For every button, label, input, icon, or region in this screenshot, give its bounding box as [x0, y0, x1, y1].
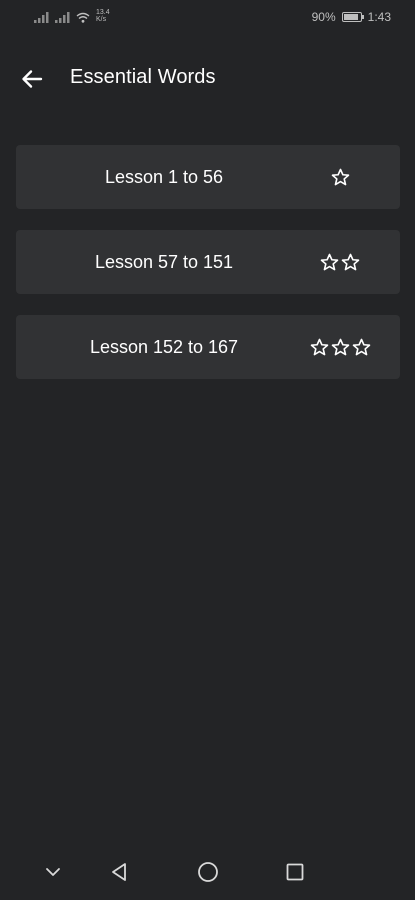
- page-title: Essential Words: [70, 66, 216, 88]
- system-back-button[interactable]: [103, 856, 135, 888]
- net-speed: 13.4 K/s: [96, 9, 110, 23]
- lesson-card[interactable]: Lesson 1 to 56: [16, 145, 400, 209]
- app-bar: Essential Words: [0, 55, 415, 101]
- lesson-card[interactable]: Lesson 57 to 151: [16, 230, 400, 294]
- arrow-left-icon: [22, 70, 43, 88]
- collapse-nav-button[interactable]: [37, 856, 69, 888]
- star-icon: [320, 253, 339, 270]
- wifi-icon: [76, 12, 90, 23]
- signal-icon: [55, 12, 70, 23]
- chevron-down-icon: [46, 868, 60, 876]
- net-speed-unit: K/s: [96, 16, 107, 23]
- back-button[interactable]: [14, 61, 50, 97]
- status-left: 13.4 K/s: [34, 9, 110, 23]
- battery-fill: [343, 14, 359, 20]
- home-circle-icon: [198, 862, 218, 882]
- system-recents-button[interactable]: [279, 856, 311, 888]
- star-rating: [300, 230, 380, 294]
- lesson-label: Lesson 57 to 151: [94, 251, 234, 272]
- lesson-label: Lesson 1 to 56: [104, 166, 224, 187]
- status-bar: 13.4 K/s 90% 1:43: [0, 0, 415, 34]
- net-speed-value: 13.4: [96, 9, 110, 16]
- lesson-card[interactable]: Lesson 152 to 167: [16, 315, 400, 379]
- star-icon: [352, 338, 370, 355]
- star-icon: [331, 338, 349, 355]
- star-icon: [331, 168, 349, 185]
- star-icon: [310, 338, 328, 355]
- star-rating: [300, 315, 380, 379]
- star-rating: [300, 145, 380, 209]
- lesson-label: Lesson 152 to 167: [89, 336, 239, 357]
- star-icon: [341, 253, 360, 270]
- lesson-list: Lesson 1 to 56 Lesson 57 to 151 Lesson 1…: [16, 145, 400, 400]
- battery-percent: 90%: [311, 10, 336, 24]
- status-right: 90% 1:43: [312, 10, 391, 24]
- recents-square-icon: [286, 863, 304, 881]
- status-time: 1:43: [367, 10, 391, 24]
- signal-icon: [34, 12, 49, 23]
- back-triangle-icon: [112, 863, 126, 881]
- screen: 13.4 K/s 90% 1:43 Essential Words Lesson…: [0, 0, 415, 900]
- system-home-button[interactable]: [192, 856, 224, 888]
- system-nav-bar: [0, 844, 415, 900]
- battery-icon: [341, 12, 364, 22]
